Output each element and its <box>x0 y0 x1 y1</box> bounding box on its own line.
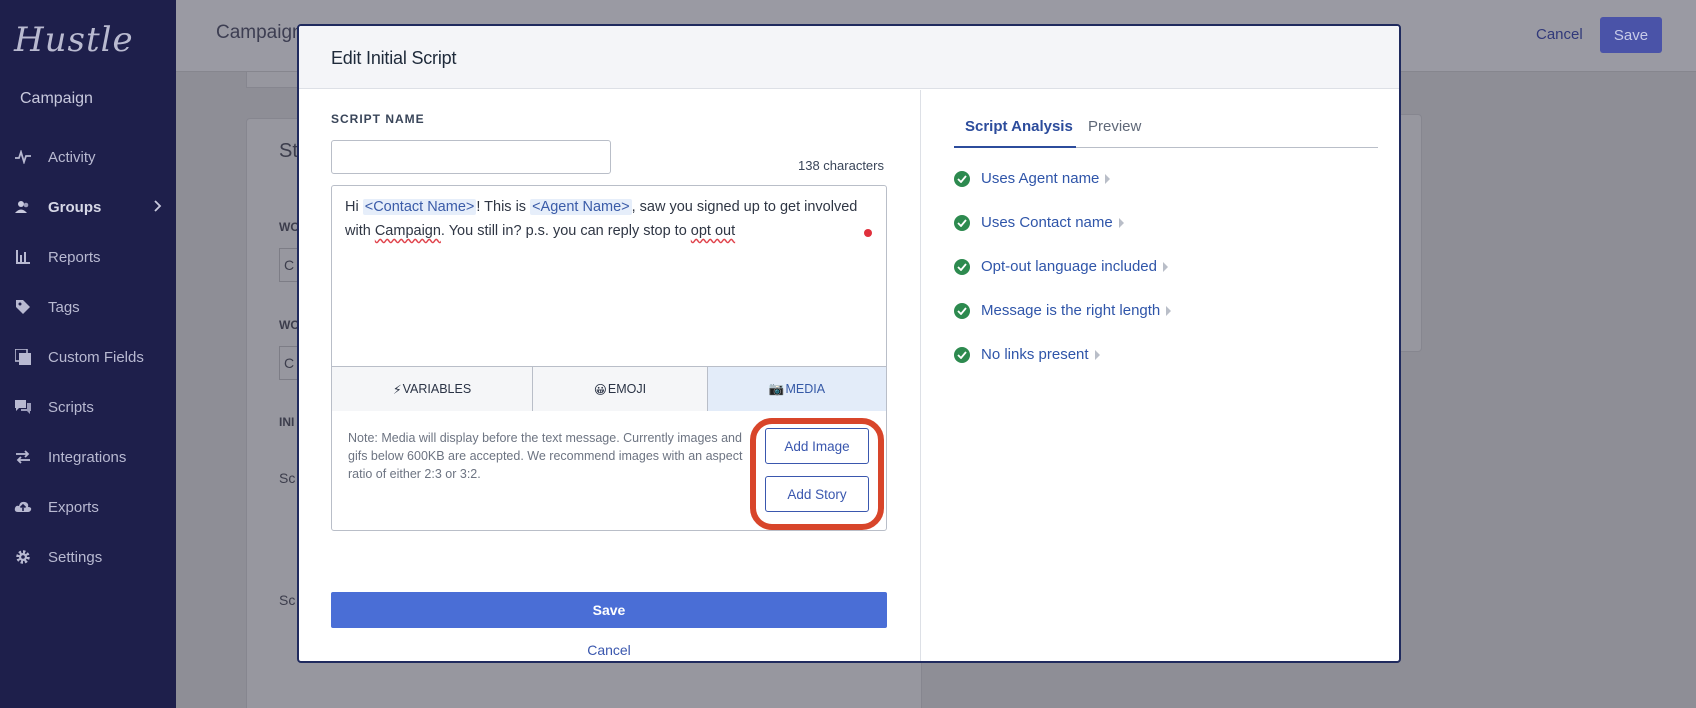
sidebar-item-settings[interactable]: Settings <box>0 532 176 582</box>
page-save-button[interactable]: Save <box>1600 17 1662 53</box>
analysis-item[interactable]: Opt-out language included <box>954 258 1171 302</box>
variables-label: VARIABLES <box>402 382 472 396</box>
sidebar-item-label: Exports <box>48 498 99 516</box>
sidebar-item-tags[interactable]: Tags <box>0 282 176 332</box>
modal-title: Edit Initial Script <box>331 48 457 68</box>
sidebar: Hustle Campaign Activity Groups Reports … <box>0 0 176 708</box>
script-name-label: SCRIPT NAME <box>331 112 425 126</box>
misspelled-word: Campaign <box>374 223 441 239</box>
caret-right-icon <box>1166 306 1172 316</box>
analysis-item-label: Opt-out language included <box>981 258 1157 275</box>
background-input: C <box>279 346 299 380</box>
character-count: 138 characters <box>798 158 884 173</box>
caret-right-icon <box>1105 174 1111 184</box>
caret-right-icon <box>1162 262 1168 272</box>
media-tab-button[interactable]: 📷 MEDIA <box>708 367 886 411</box>
emoji-button[interactable]: 😀 EMOJI <box>533 367 708 411</box>
background-card-title: St <box>279 140 298 162</box>
analysis-item-label: Message is the right length <box>981 302 1161 319</box>
lightning-icon: ⚡ <box>392 382 402 397</box>
activity-icon <box>14 148 32 166</box>
sidebar-item-label: Activity <box>48 148 96 166</box>
tag-icon <box>14 298 32 316</box>
sidebar-item-integrations[interactable]: Integrations <box>0 432 176 482</box>
app-logo: Hustle <box>14 20 134 60</box>
status-dot <box>864 229 872 237</box>
variable-token-contact-name: <Contact Name> <box>362 199 477 215</box>
message-text: ! This is <box>476 199 531 215</box>
misspelled-word: opt out <box>690 223 736 239</box>
message-textarea[interactable]: Hi <Contact Name>! This is <Agent Name>,… <box>345 195 875 243</box>
background-label: Sc <box>279 592 296 608</box>
caret-right-icon <box>1118 218 1124 228</box>
chevron-right-icon <box>154 199 162 216</box>
media-label: MEDIA <box>785 382 826 396</box>
analysis-item[interactable]: No links present <box>954 346 1171 390</box>
integrations-icon <box>14 448 32 466</box>
page-title: Campaign <box>216 22 303 43</box>
check-circle-icon <box>954 303 970 319</box>
variables-button[interactable]: ⚡ VARIABLES <box>332 367 533 411</box>
check-circle-icon <box>954 259 970 275</box>
sidebar-item-reports[interactable]: Reports <box>0 232 176 282</box>
analysis-column: Script Analysis Preview Uses Agent name … <box>922 90 1399 661</box>
gear-icon <box>14 548 32 566</box>
script-name-input[interactable] <box>331 140 611 174</box>
sidebar-nav: Activity Groups Reports Tags Custom Fiel… <box>0 132 176 582</box>
sidebar-item-label: Groups <box>48 198 102 216</box>
scripts-icon <box>14 398 32 416</box>
media-note: Note: Media will display before the text… <box>348 431 743 481</box>
caret-right-icon <box>1094 350 1100 360</box>
sidebar-item-groups[interactable]: Groups <box>0 182 176 232</box>
message-text: Hi <box>345 199 363 215</box>
background-label: Sc <box>279 470 296 486</box>
analysis-checklist: Uses Agent name Uses Contact name Opt-ou… <box>954 170 1172 390</box>
custom-fields-icon <box>14 348 32 366</box>
message-text: . You still in? p.s. you can reply stop … <box>440 223 691 239</box>
analysis-tabs: Script Analysis Preview <box>954 112 1378 148</box>
highlight-annotation <box>750 418 884 530</box>
analysis-item-label: Uses Contact name <box>981 214 1113 231</box>
page-cancel-link[interactable]: Cancel <box>1536 26 1583 43</box>
script-editor-column: SCRIPT NAME 138 characters Hi <Contact N… <box>299 90 921 661</box>
sidebar-item-scripts[interactable]: Scripts <box>0 382 176 432</box>
emoji-icon: 😀 <box>593 382 607 397</box>
tab-script-analysis[interactable]: Script Analysis <box>954 112 1076 148</box>
sidebar-item-custom-fields[interactable]: Custom Fields <box>0 332 176 382</box>
analysis-item[interactable]: Uses Agent name <box>954 170 1171 214</box>
groups-icon <box>14 198 32 216</box>
exports-icon <box>14 498 32 516</box>
sidebar-item-label: Tags <box>48 298 80 316</box>
sidebar-item-label: Custom Fields <box>48 348 144 366</box>
sidebar-item-label: Reports <box>48 248 101 266</box>
variable-token-agent-name: <Agent Name> <box>530 199 632 215</box>
background-label: INI <box>279 415 295 429</box>
save-button[interactable]: Save <box>331 592 887 628</box>
check-circle-icon <box>954 215 970 231</box>
analysis-item-label: No links present <box>981 346 1089 363</box>
sidebar-item-activity[interactable]: Activity <box>0 132 176 182</box>
analysis-item[interactable]: Uses Contact name <box>954 214 1171 258</box>
camera-icon: 📷 <box>768 381 785 396</box>
sidebar-item-exports[interactable]: Exports <box>0 482 176 532</box>
emoji-label: EMOJI <box>607 382 647 396</box>
analysis-item[interactable]: Message is the right length <box>954 302 1172 346</box>
tab-preview[interactable]: Preview <box>1088 112 1141 148</box>
media-panel: Note: Media will display before the text… <box>332 412 886 530</box>
background-input: C <box>279 248 299 282</box>
reports-icon <box>14 248 32 266</box>
check-circle-icon <box>954 347 970 363</box>
analysis-item-label: Uses Agent name <box>981 170 1100 187</box>
sidebar-item-label: Settings <box>48 548 103 566</box>
cancel-link[interactable]: Cancel <box>331 642 887 658</box>
edit-script-modal: Edit Initial Script SCRIPT NAME 138 char… <box>297 24 1401 663</box>
sidebar-item-label: Integrations <box>48 448 127 466</box>
sidebar-item-label: Scripts <box>48 398 94 416</box>
check-circle-icon <box>954 171 970 187</box>
editor-toolbar: ⚡ VARIABLES 😀 EMOJI 📷 MEDIA <box>332 366 886 411</box>
sidebar-section-title[interactable]: Campaign <box>20 90 93 108</box>
message-editor: Hi <Contact Name>! This is <Agent Name>,… <box>331 185 887 531</box>
modal-header: Edit Initial Script <box>299 26 1399 89</box>
